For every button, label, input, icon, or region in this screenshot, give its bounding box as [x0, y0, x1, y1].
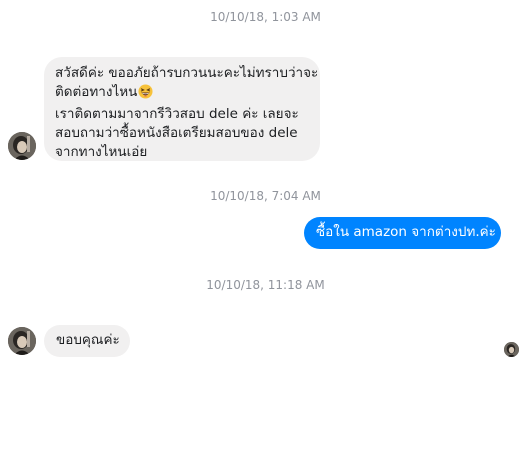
seen-avatar-icon — [504, 342, 519, 357]
message-text-line: ซื้อใน amazon จากต่างปท.ค่ะ — [316, 224, 496, 240]
timestamp: 10/10/18, 11:18 AM — [206, 278, 325, 292]
sender-avatar[interactable] — [8, 132, 36, 160]
message-text-line: ติดต่อทางไหน — [55, 84, 138, 100]
seen-indicator — [504, 342, 519, 357]
sender-avatar[interactable] — [8, 327, 36, 355]
message-bubble-outgoing[interactable]: ซื้อใน amazon จากต่างปท.ค่ะ — [304, 217, 501, 249]
message-text-line: เราติดตามมาจากรีวิวสอบ dele ค่ะ เลยจะ — [55, 106, 299, 122]
message-text-line: ขอบคุณค่ะ — [56, 332, 120, 348]
message-text-line: จากทางไหนเอ่ย — [55, 144, 148, 160]
timestamp: 10/10/18, 7:04 AM — [210, 189, 321, 203]
profile-photo-avatar-icon — [8, 327, 36, 355]
message-bubble-incoming[interactable]: ขอบคุณค่ะ — [44, 325, 130, 357]
timestamp: 10/10/18, 1:03 AM — [210, 10, 321, 24]
message-text-line: สอบถามว่าซื้อหนังสือเตรียมสอบของ dele — [55, 125, 298, 141]
grinning-squinting-face-emoji-icon — [138, 84, 153, 105]
message-bubble-incoming[interactable]: สวัสดีค่ะ ขออภัยถ้ารบกวนนะคะไม่ทราบว่าจะ… — [44, 57, 320, 161]
profile-photo-avatar-icon — [8, 132, 36, 160]
message-text-line: สวัสดีค่ะ ขออภัยถ้ารบกวนนะคะไม่ทราบว่าจะ — [55, 65, 319, 81]
